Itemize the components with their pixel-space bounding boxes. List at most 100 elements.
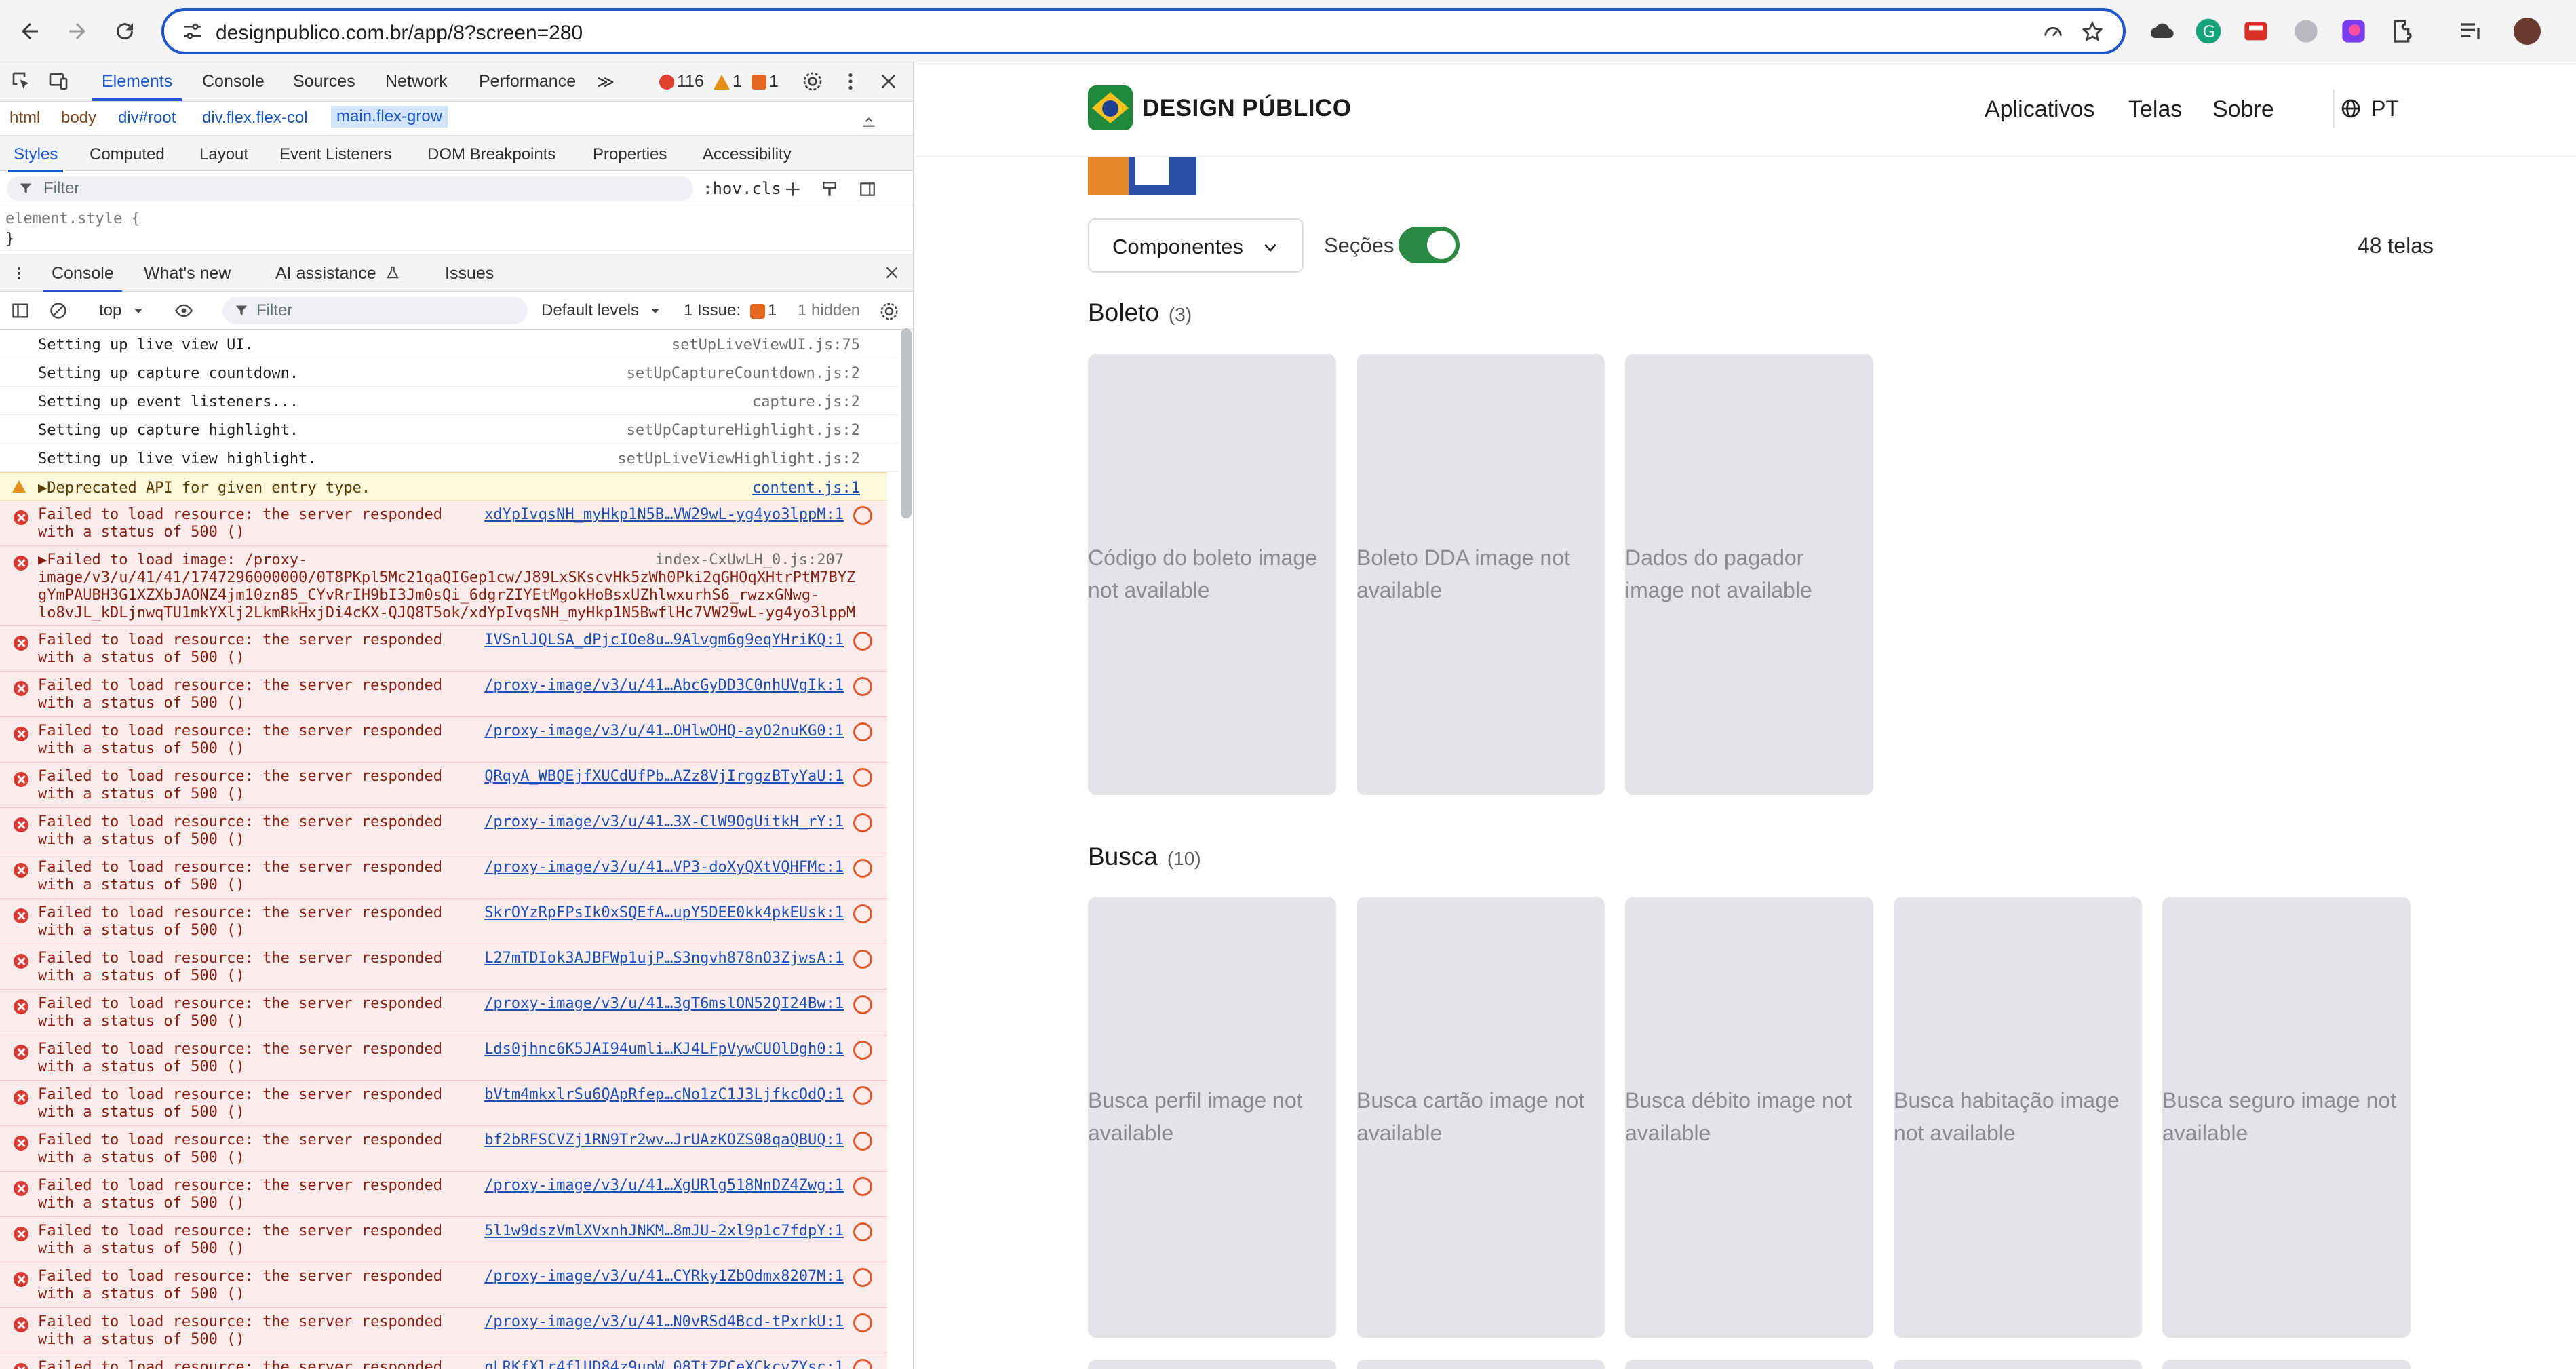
close-drawer-icon[interactable] bbox=[883, 264, 901, 282]
drawer-tab-ai-assistance[interactable]: AI assistance bbox=[275, 264, 376, 284]
network-request-icon[interactable] bbox=[853, 995, 872, 1014]
breadcrumb-html[interactable]: html bbox=[9, 109, 40, 128]
network-request-icon[interactable] bbox=[853, 506, 872, 525]
console-log-error[interactable]: Failed to load resource: the server resp… bbox=[0, 626, 887, 672]
console-log-warning[interactable]: ▶Deprecated API for given entry type. con… bbox=[0, 472, 887, 501]
live-expression-eye-icon[interactable] bbox=[172, 301, 195, 320]
add-rule-icon[interactable] bbox=[784, 180, 802, 198]
log-source-link[interactable]: /proxy-image/v3/u/41…OHlwOHQ-ayO2nuKG0:1 bbox=[484, 722, 844, 739]
console-log-info[interactable]: Setting up event listeners... capture.js:… bbox=[0, 387, 898, 415]
screen-card[interactable]: Boleto DDA image not available bbox=[1357, 354, 1605, 795]
filter-dropdown[interactable]: Componentes bbox=[1088, 218, 1304, 273]
log-source-link[interactable]: /proxy-image/v3/u/41…3gT6mslON52QI24Bw:1 bbox=[484, 995, 844, 1012]
cls-toggle[interactable]: .cls bbox=[742, 179, 781, 198]
close-devtools-icon[interactable] bbox=[878, 71, 899, 92]
sidebar-toggle-icon[interactable] bbox=[859, 180, 876, 198]
log-source-link[interactable]: /proxy-image/v3/u/41…XgURlg518NnDZ4Zwg:1 bbox=[484, 1177, 844, 1194]
screen-card[interactable] bbox=[1088, 1360, 1336, 1369]
console-log-info[interactable]: Setting up capture countdown. setUpCaptur… bbox=[0, 358, 898, 387]
log-source-link[interactable]: xdYpIvqsNH_myHkp1N5B…VW29wL-yg4yo3lppM:1 bbox=[484, 506, 844, 523]
settings-gear-icon[interactable] bbox=[802, 71, 823, 92]
log-source-link[interactable]: /proxy-image/v3/u/41…VP3-doXyQXtVQHFMc:1 bbox=[484, 859, 844, 876]
network-request-icon[interactable] bbox=[853, 1086, 872, 1105]
log-source-link[interactable]: content.js:1 bbox=[752, 480, 860, 497]
kebab-menu-icon[interactable] bbox=[840, 71, 861, 92]
tab-accessibility[interactable]: Accessibility bbox=[703, 145, 792, 164]
more-tabs-chevron-icon[interactable]: ≫ bbox=[597, 72, 614, 92]
log-source-link[interactable]: index-CxUwLH_0.js:207 bbox=[655, 552, 844, 568]
clear-console-icon[interactable] bbox=[49, 301, 68, 320]
console-log-error[interactable]: Failed to load resource: the server resp… bbox=[0, 853, 887, 899]
console-settings-gear-icon[interactable] bbox=[879, 301, 899, 322]
issues-label[interactable]: 1 Issue: bbox=[684, 301, 741, 320]
log-source-link[interactable]: setUpCaptureCountdown.js:2 bbox=[627, 365, 860, 382]
nav-aplicativos[interactable]: Aplicativos bbox=[1985, 96, 2095, 123]
screen-card[interactable] bbox=[2162, 1360, 2411, 1369]
network-request-icon[interactable] bbox=[853, 904, 872, 923]
reload-button[interactable] bbox=[106, 12, 144, 50]
network-request-icon[interactable] bbox=[853, 632, 872, 651]
issue-counter[interactable]: 1 bbox=[752, 72, 779, 92]
log-source-link[interactable]: QRqyA_WBQEjfXUCdUfPb…AZz8VjIrggzBTyYaU:1 bbox=[484, 768, 844, 785]
console-log-error[interactable]: Failed to load resource: the server resp… bbox=[0, 899, 887, 944]
log-source-link[interactable]: 5l1w9dszVmlXVxnhJNKM…8mJU-2xl9p1c7fdpY:1 bbox=[484, 1222, 844, 1239]
network-request-icon[interactable] bbox=[853, 1132, 872, 1151]
console-log-error[interactable]: Failed to load resource: the server resp… bbox=[0, 1035, 887, 1081]
performance-icon[interactable] bbox=[2042, 20, 2065, 43]
tab-event-listeners[interactable]: Event Listeners bbox=[279, 145, 391, 164]
nav-sobre[interactable]: Sobre bbox=[2212, 96, 2274, 123]
tab-dom-breakpoints[interactable]: DOM Breakpoints bbox=[427, 145, 555, 164]
breadcrumb-flex-col[interactable]: div.flex.flex-col bbox=[202, 109, 308, 128]
drawer-tab-issues[interactable]: Issues bbox=[445, 264, 494, 284]
device-toolbar-icon[interactable] bbox=[47, 71, 69, 92]
dock-icon[interactable] bbox=[860, 111, 878, 129]
screen-card[interactable] bbox=[1894, 1360, 2142, 1369]
console-log-error[interactable]: Failed to load resource: the server resp… bbox=[0, 1353, 887, 1369]
console-log-error[interactable]: Failed to load resource: the server resp… bbox=[0, 763, 887, 808]
log-source-link[interactable]: Lds0jhnc6K5JAI94umli…KJ4LFpVywCUOlDgh0:1 bbox=[484, 1041, 844, 1058]
console-log-error[interactable]: ▶Failed to load image: /proxy- image/v3/… bbox=[0, 546, 887, 626]
console-sidebar-icon[interactable] bbox=[11, 301, 30, 320]
network-request-icon[interactable] bbox=[853, 1359, 872, 1369]
log-source-link[interactable]: bVtm4mkxlrSu6QApRfep…cNo1zC1J3LjfkcOdQ:1 bbox=[484, 1086, 844, 1103]
screen-card[interactable] bbox=[1357, 1360, 1605, 1369]
tab-elements[interactable]: Elements bbox=[92, 72, 182, 101]
network-request-icon[interactable] bbox=[853, 1268, 872, 1287]
site-title[interactable]: DESIGN PÚBLICO bbox=[1142, 95, 1351, 122]
console-log-error[interactable]: Failed to load resource: the server resp… bbox=[0, 1126, 887, 1172]
screen-card[interactable]: Busca débito image not available bbox=[1625, 897, 1873, 1338]
avatar[interactable] bbox=[2514, 18, 2541, 45]
drawer-tab-console[interactable]: Console bbox=[43, 264, 122, 293]
tab-network[interactable]: Network bbox=[385, 72, 448, 92]
tab-computed[interactable]: Computed bbox=[90, 145, 165, 164]
console-log-error[interactable]: Failed to load resource: the server resp… bbox=[0, 1308, 887, 1353]
log-source-link[interactable]: L27mTDIok3AJBFWp1ujP…S3ngvh878nO3ZjwsA:1 bbox=[484, 950, 844, 967]
log-source-link[interactable]: qLRKfXlr4flUD84z9upW…08TtZPCeXCkcvZYsc:1 bbox=[484, 1359, 844, 1369]
console-log-info[interactable]: Setting up live view highlight. setUpLive… bbox=[0, 444, 898, 472]
log-source-link[interactable]: bf2bRFSCVZj1RN9Tr2wv…JrUAzKOZS08qaQBUQ:1 bbox=[484, 1132, 844, 1149]
address-bar[interactable]: designpublico.com.br/app/8?screen=280 bbox=[161, 8, 2126, 54]
tab-performance[interactable]: Performance bbox=[479, 72, 576, 92]
console-scrollbar[interactable] bbox=[901, 328, 912, 518]
log-source-link[interactable]: /proxy-image/v3/u/41…AbcGyDD3C0nhUVgIk:1 bbox=[484, 677, 844, 694]
log-source-link[interactable]: setUpLiveViewUI.js:75 bbox=[671, 336, 860, 353]
context-selector[interactable]: top bbox=[99, 301, 121, 320]
warning-counter[interactable]: 1 bbox=[714, 72, 742, 92]
nav-telas[interactable]: Telas bbox=[2128, 96, 2182, 123]
paint-icon[interactable] bbox=[821, 180, 838, 198]
screen-card[interactable]: Busca cartão image not available bbox=[1357, 897, 1605, 1338]
extension-gradient-icon[interactable] bbox=[2340, 18, 2367, 45]
drawer-tab-whats-new[interactable]: What's new bbox=[144, 264, 231, 284]
console-log-error[interactable]: Failed to load resource: the server resp… bbox=[0, 501, 887, 546]
network-request-icon[interactable] bbox=[853, 768, 872, 787]
network-request-icon[interactable] bbox=[853, 859, 872, 878]
console-log-error[interactable]: Failed to load resource: the server resp… bbox=[0, 672, 887, 717]
extension-cloud-icon[interactable] bbox=[2149, 18, 2176, 45]
forward-button[interactable] bbox=[58, 12, 96, 50]
error-counter[interactable]: 116 bbox=[659, 72, 704, 92]
log-message[interactable]: ▶Deprecated API for given entry type. bbox=[38, 480, 370, 497]
bookmark-star-icon[interactable] bbox=[2081, 20, 2104, 43]
network-request-icon[interactable] bbox=[853, 1041, 872, 1060]
network-request-icon[interactable] bbox=[853, 1222, 872, 1241]
console-filter-input[interactable]: Filter bbox=[222, 297, 528, 324]
